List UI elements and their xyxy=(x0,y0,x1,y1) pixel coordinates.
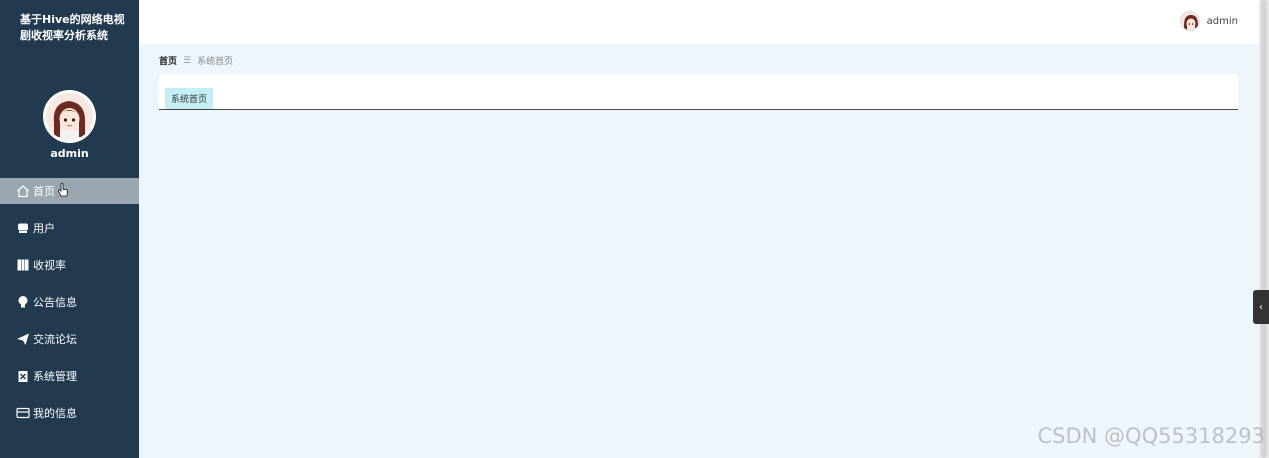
home-icon xyxy=(16,184,30,198)
main-content: 首页 ☰ 系统首页 系统首页 xyxy=(139,44,1259,458)
card-icon xyxy=(16,406,30,420)
sidebar-username: admin xyxy=(50,147,89,160)
sidebar-item-label: 首页 xyxy=(33,185,55,198)
sidebar-item-label: 系统管理 xyxy=(33,370,77,383)
breadcrumb-separator-icon: ☰ xyxy=(183,55,192,66)
sidebar-item-system[interactable]: 系统管理 xyxy=(0,363,139,389)
sidebar-item-users[interactable]: 用户 xyxy=(0,215,139,241)
breadcrumb-current: 系统首页 xyxy=(197,57,234,67)
bulb-icon xyxy=(16,295,30,309)
paper-plane-icon xyxy=(16,332,30,346)
sidebar-menu: 首页 用户 收视率 公告信息 交流论坛 系统管理 我的信息 xyxy=(0,178,139,437)
topbar: admin xyxy=(139,0,1269,44)
avatar xyxy=(1179,11,1200,31)
scrollbar-thumb[interactable] xyxy=(1261,0,1267,458)
breadcrumb-home[interactable]: 首页 xyxy=(159,54,177,67)
top-username: admin xyxy=(1206,15,1238,27)
user-icon xyxy=(16,221,30,235)
sidebar-item-label: 公告信息 xyxy=(33,296,77,309)
sidebar-item-profile[interactable]: 我的信息 xyxy=(0,400,139,426)
book-icon xyxy=(16,258,30,272)
sidebar-item-label: 用户 xyxy=(33,222,55,235)
sidebar-item-announcements[interactable]: 公告信息 xyxy=(0,289,139,315)
app-root: 基于Hive的网络电视剧收视率分析系统 admin 首页 用户 收视率 公告信息… xyxy=(0,0,1269,458)
chevron-left-icon: ‹ xyxy=(1259,301,1263,313)
sidebar-item-ratings[interactable]: 收视率 xyxy=(0,252,139,278)
sidebar-item-label: 我的信息 xyxy=(33,407,77,420)
app-title: 基于Hive的网络电视剧收视率分析系统 xyxy=(20,13,125,42)
user-menu[interactable]: admin xyxy=(1179,11,1238,31)
sidebar-item-home[interactable]: 首页 xyxy=(0,178,139,204)
sidebar-avatar[interactable] xyxy=(43,90,96,143)
avatar-image xyxy=(46,93,93,140)
watermark: CSDN @QQ55318293 xyxy=(1037,424,1266,448)
clipboard-icon xyxy=(16,369,30,383)
hand-cursor-icon xyxy=(57,183,69,199)
sidebar-item-forum[interactable]: 交流论坛 xyxy=(0,326,139,352)
sidebar-item-label: 交流论坛 xyxy=(33,333,77,346)
page-scrollbar[interactable] xyxy=(1259,0,1269,458)
breadcrumb: 首页 ☰ 系统首页 xyxy=(159,54,234,68)
tab-panel: 系统首页 xyxy=(159,74,1238,110)
sidebar-item-label: 收视率 xyxy=(33,259,66,272)
sidebar: 基于Hive的网络电视剧收视率分析系统 admin 首页 用户 收视率 公告信息… xyxy=(0,0,139,458)
tab-system-home[interactable]: 系统首页 xyxy=(165,88,214,109)
collapse-panel-button[interactable]: ‹ xyxy=(1253,290,1269,324)
